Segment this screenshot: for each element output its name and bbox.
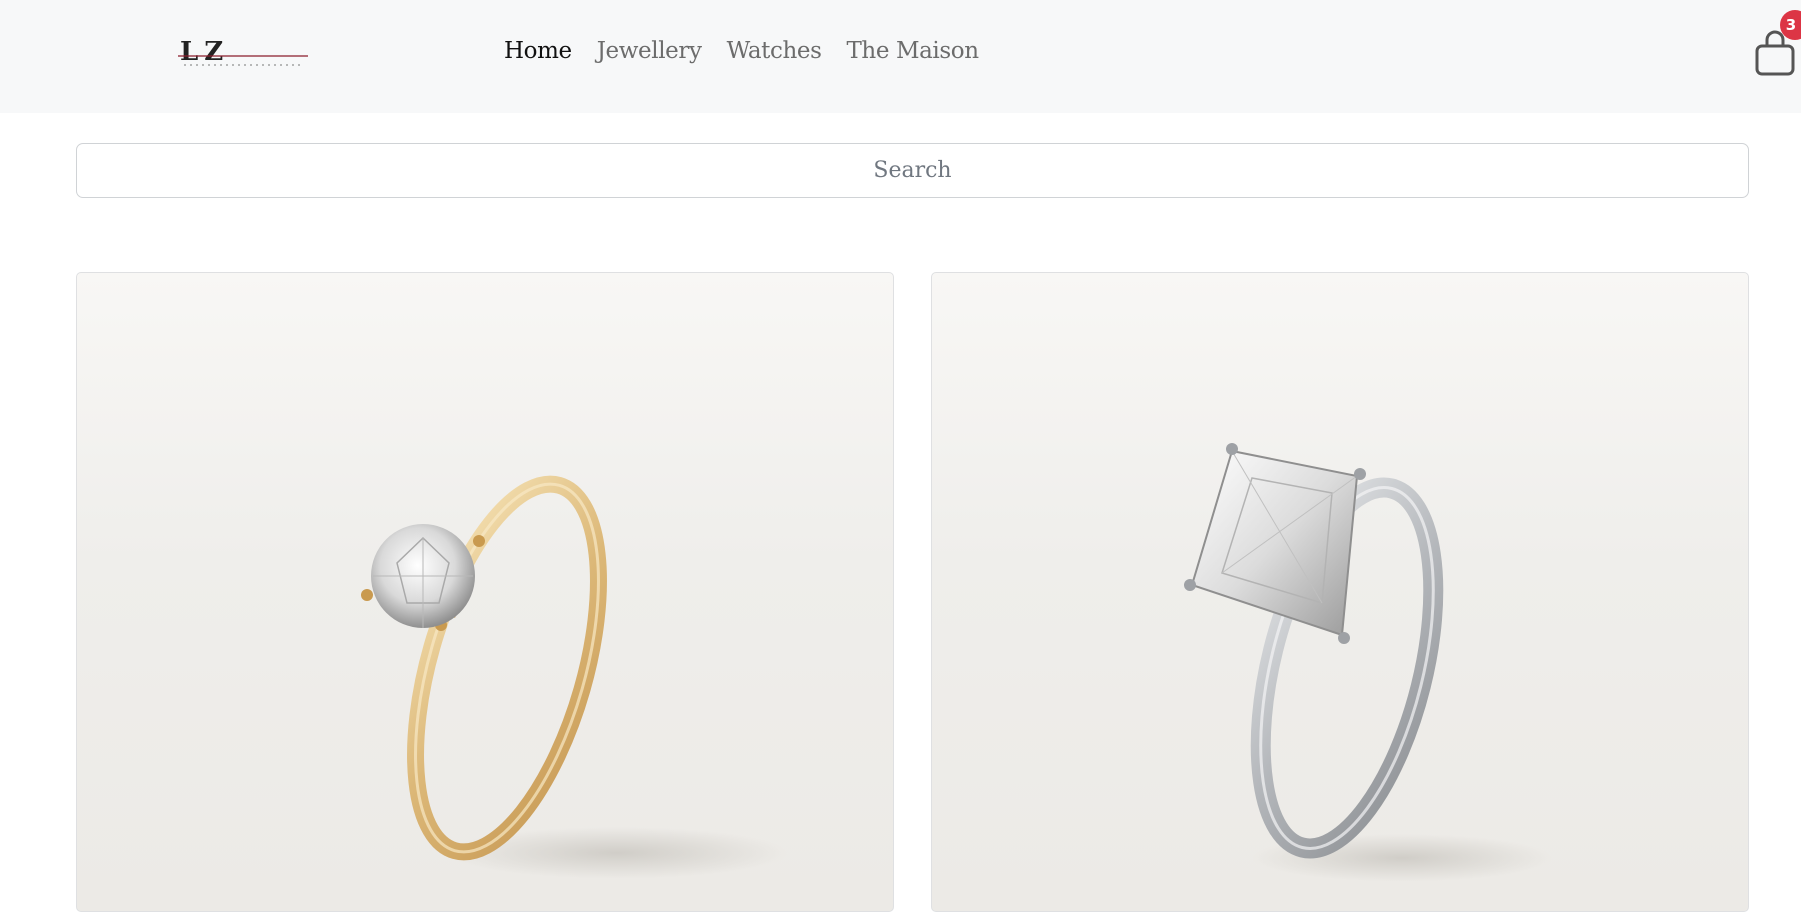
main-nav: Home Jewellery Watches The Maison xyxy=(504,38,979,64)
nav-jewellery[interactable]: Jewellery xyxy=(597,38,702,64)
product-image-gold-ring xyxy=(361,475,787,879)
search-input[interactable] xyxy=(76,143,1749,198)
product-image-platinum-ring xyxy=(1184,443,1552,882)
svg-text:LZ: LZ xyxy=(180,37,229,67)
nav-the-maison[interactable]: The Maison xyxy=(846,38,979,64)
product-card[interactable] xyxy=(76,272,894,912)
product-card[interactable] xyxy=(931,272,1749,912)
nav-watches[interactable]: Watches xyxy=(727,38,822,64)
brand-logo[interactable]: LZ xyxy=(176,36,312,70)
top-navbar: LZ Home Jewellery Watches The Maison 3 xyxy=(0,0,1801,113)
nav-home[interactable]: Home xyxy=(504,38,572,64)
